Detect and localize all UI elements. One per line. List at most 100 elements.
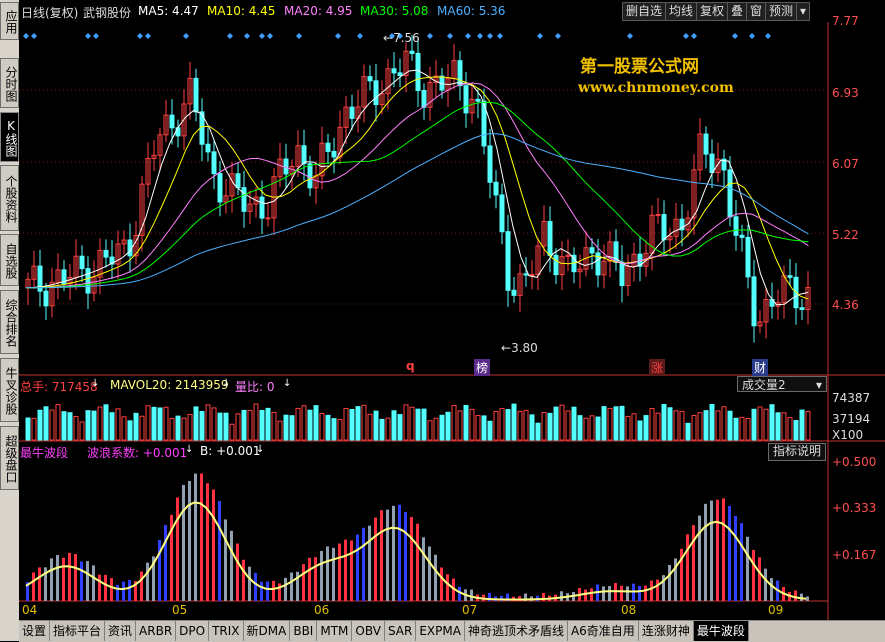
wave-bar <box>260 581 263 601</box>
volume-bar <box>79 421 85 441</box>
volume-bar <box>241 409 247 441</box>
volume-bar <box>535 422 541 441</box>
wave-bar <box>68 552 71 601</box>
event-marker[interactable]: 榜 <box>474 359 491 376</box>
volume-bar <box>367 413 373 441</box>
wave-bar <box>638 585 641 601</box>
indicator-tab[interactable]: 资讯 <box>105 621 137 641</box>
candle-body <box>523 273 529 276</box>
candle-body <box>301 145 307 165</box>
candle-body <box>421 89 427 108</box>
wave-bar <box>344 539 347 601</box>
month-label: 05 <box>172 603 188 617</box>
volume-bar <box>763 408 769 441</box>
price-tick: 6.93 <box>832 86 859 100</box>
volume-bar <box>331 418 337 441</box>
volume-bar <box>685 422 691 441</box>
wave-bar <box>806 596 809 601</box>
event-marker[interactable]: q <box>406 359 415 373</box>
ma5-line <box>25 69 809 306</box>
candle-body <box>397 72 403 77</box>
candle-body <box>211 151 217 175</box>
price-tick: 7.77 <box>832 14 859 28</box>
chevron-down-icon: ▾ <box>815 378 822 392</box>
indicator-tab[interactable]: 新DMA <box>244 621 291 641</box>
volume-bar <box>427 420 433 441</box>
ma10-line <box>25 76 809 300</box>
price-tick: 5.22 <box>832 228 859 242</box>
volume-bar <box>115 408 121 441</box>
volume-bar <box>343 407 349 441</box>
wave-bar <box>392 505 395 601</box>
indicator-tick: +0.167 <box>832 548 877 562</box>
wave-bar <box>74 554 77 601</box>
volume-bar <box>361 404 367 441</box>
indicator-tab[interactable]: SAR <box>385 621 417 641</box>
indicator-tab[interactable]: 指标平台 <box>50 621 106 641</box>
volume-bar <box>745 417 751 441</box>
volume-bar <box>751 408 757 441</box>
candle-body <box>79 255 85 270</box>
event-marker[interactable]: 财 <box>752 359 769 376</box>
indicator-tab[interactable]: BBI <box>290 621 318 641</box>
wave-bar <box>560 591 563 601</box>
wave-bar <box>386 509 389 601</box>
wave-bar <box>644 585 647 601</box>
indicator-header: 最牛波段 波浪系数: +0.001 ↓ B: +0.001 ↓ <box>20 444 265 460</box>
volume-bar <box>493 410 499 441</box>
candle-body <box>391 68 397 74</box>
wave-bar <box>50 558 53 601</box>
event-marker[interactable]: 涨 <box>649 359 666 376</box>
wave-bar <box>128 579 131 601</box>
wave-bar <box>794 590 797 601</box>
indicator-tab[interactable]: MTM <box>317 621 353 641</box>
candle-body <box>85 268 91 294</box>
wave-bar <box>98 574 101 601</box>
candle-body <box>493 181 499 196</box>
ma30-line <box>26 101 809 289</box>
signal-diamond-icon <box>259 33 265 39</box>
wave-bar <box>362 527 365 601</box>
candle-body <box>331 150 337 158</box>
indicator-b: B: +0.001 <box>200 444 261 458</box>
signal-diamond-icon <box>85 33 91 39</box>
indicator-tab[interactable]: 设置 <box>19 621 51 641</box>
wave-bar <box>590 588 593 601</box>
wave-bar <box>728 506 731 601</box>
indicator-tab[interactable]: ARBR <box>136 621 177 641</box>
volume-bar <box>271 411 277 441</box>
indicator-tab[interactable]: DPO <box>176 621 210 641</box>
volume-bar <box>601 406 607 441</box>
volume-bar <box>409 406 415 441</box>
volume-bar <box>391 410 397 441</box>
indicator-tab[interactable]: TRIX <box>209 621 244 641</box>
wave-bar <box>470 589 473 601</box>
volume-bar <box>529 414 535 441</box>
volume-bar <box>547 412 553 441</box>
indicator-tab[interactable]: OBV <box>352 621 385 641</box>
volume-bar <box>349 409 355 441</box>
candle-body <box>349 106 355 119</box>
volume-bar <box>523 409 529 441</box>
price-tick: 4.36 <box>832 298 859 312</box>
indicator-tab[interactable]: 最牛波段 <box>693 621 749 641</box>
wave-bar <box>764 568 767 601</box>
volume-bar <box>463 405 469 441</box>
indicator-tab[interactable]: 神奇逃顶术矛盾线 <box>465 621 568 641</box>
wave-bar <box>248 566 251 601</box>
indicator-tab[interactable]: EXPMA <box>416 621 465 641</box>
volume-bar <box>307 409 313 441</box>
indicator-tab[interactable]: A6奇准自用 <box>568 621 639 641</box>
indicator-tab[interactable]: 连涨财神 <box>639 621 694 641</box>
wave-bar <box>446 574 449 601</box>
candle-body <box>745 236 751 278</box>
price-chart[interactable] <box>0 0 885 641</box>
volume-bar <box>139 415 145 441</box>
wave-bar <box>752 549 755 601</box>
indicator-help-button[interactable]: 指标说明 <box>768 443 827 461</box>
volume-bar <box>175 415 181 441</box>
volume-indicator-dropdown[interactable]: 成交量2 ▾ <box>737 376 827 392</box>
wave-bar <box>92 565 95 601</box>
watermark-title: 第一股票公式网 <box>580 57 699 77</box>
wave-bar <box>380 510 383 601</box>
